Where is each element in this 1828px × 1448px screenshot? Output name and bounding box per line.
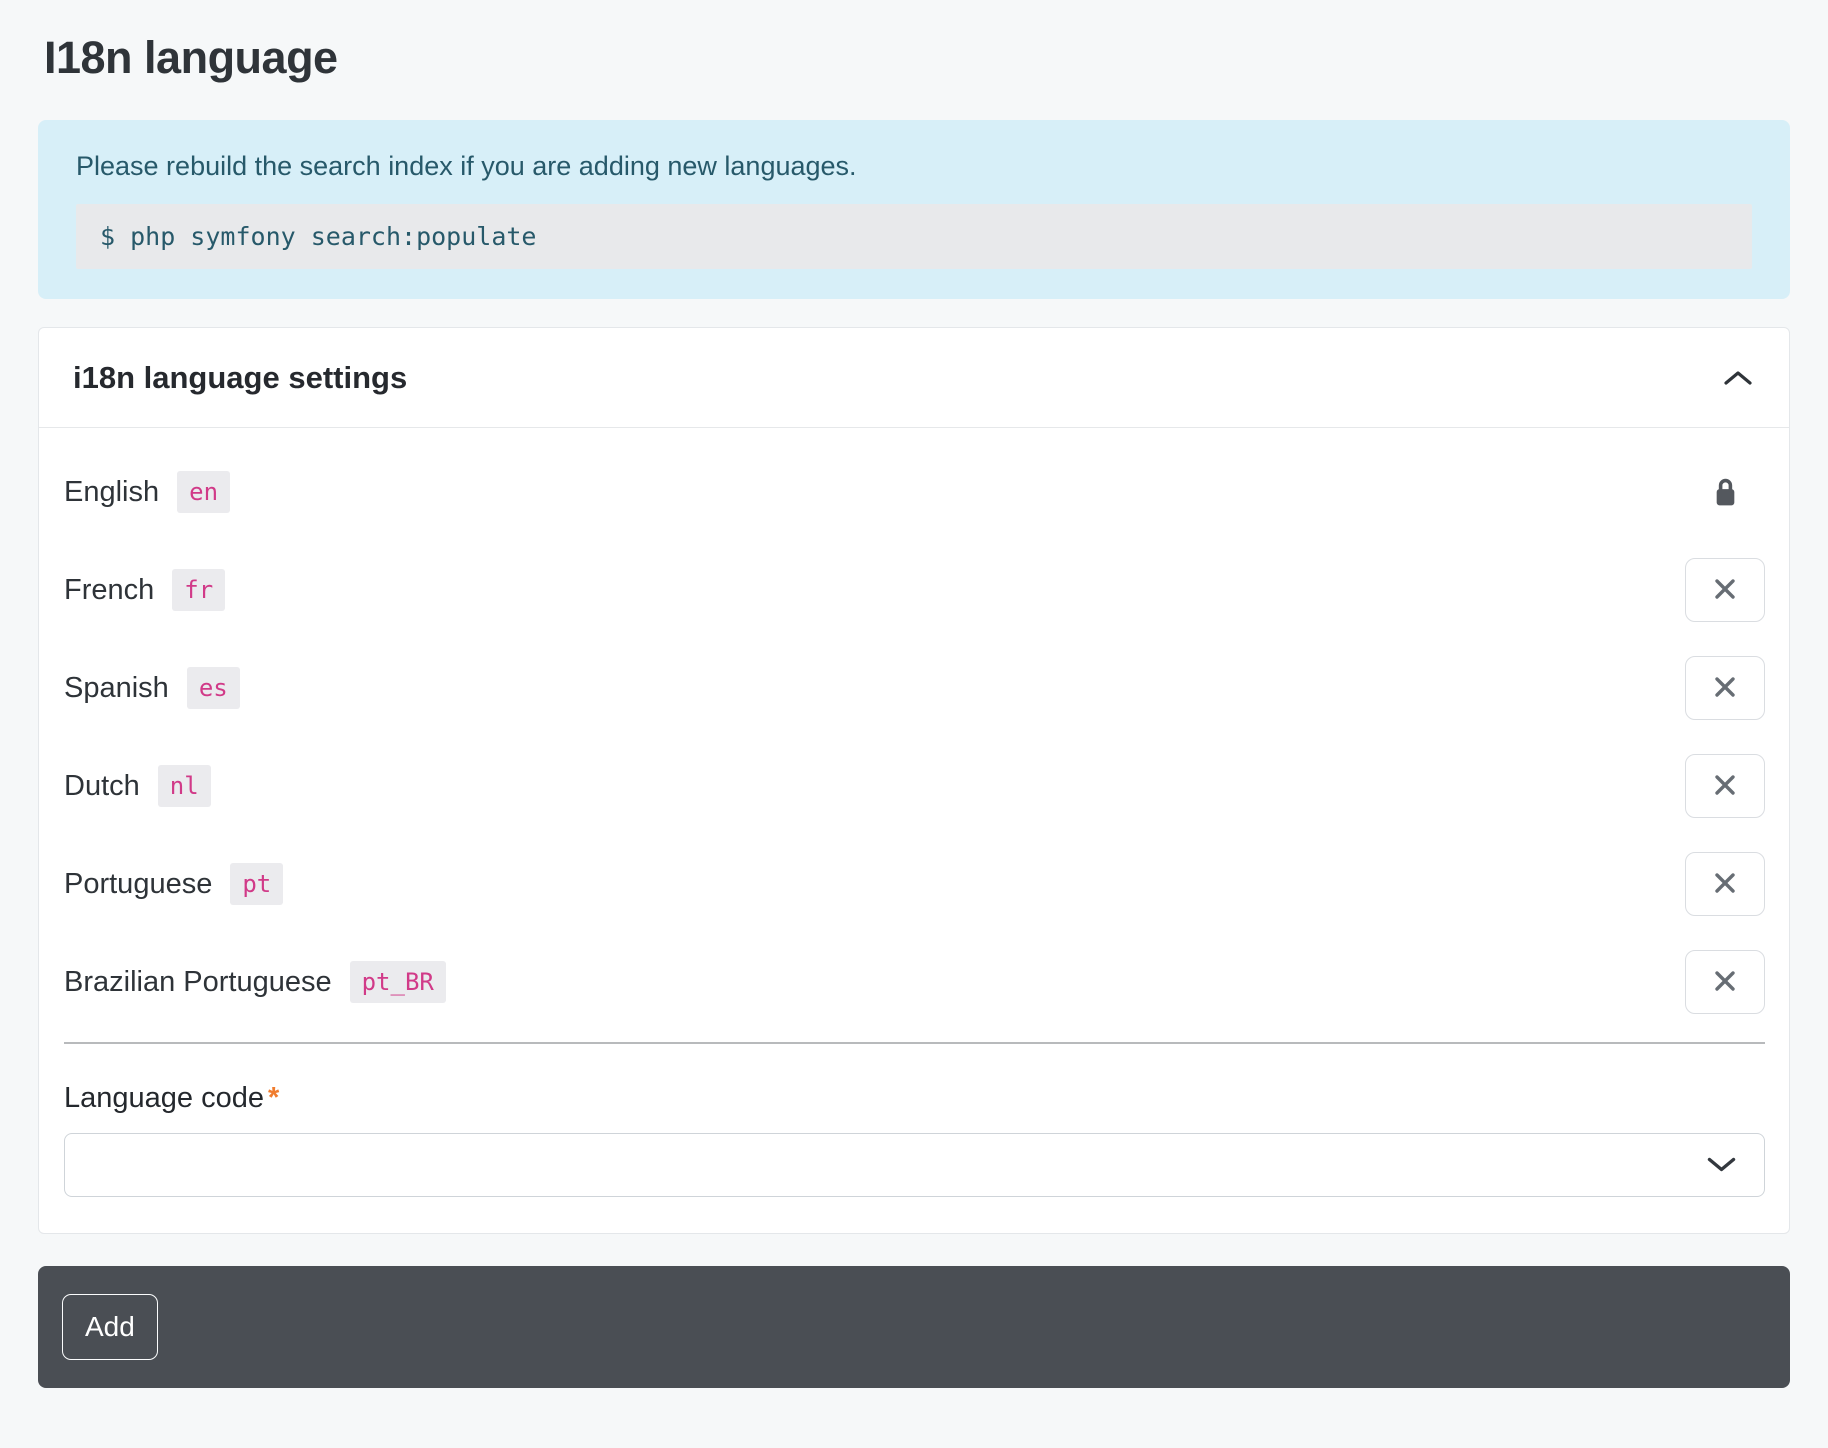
row-action [1685, 950, 1765, 1014]
language-code-badge: fr [172, 569, 225, 611]
info-alert: Please rebuild the search index if you a… [38, 120, 1790, 299]
language-code-badge: pt [230, 863, 283, 905]
language-name: French [64, 574, 154, 607]
remove-language-button[interactable] [1685, 950, 1765, 1014]
language-row: Brazilian Portuguese pt_BR [64, 950, 1765, 1014]
alert-command: $ php symfony search:populate [76, 204, 1752, 269]
page-title: I18n language [44, 32, 1790, 84]
remove-language-button[interactable] [1685, 852, 1765, 916]
actions-bar: Add [38, 1266, 1790, 1388]
x-icon [1712, 576, 1738, 605]
row-action [1685, 754, 1765, 818]
language-info: English en [64, 471, 230, 513]
row-action [1685, 656, 1765, 720]
row-action [1685, 852, 1765, 916]
language-info: Portuguese pt [64, 863, 283, 905]
language-name: Spanish [64, 672, 169, 705]
language-row: French fr [64, 558, 1765, 622]
language-code-label-text: Language code [64, 1082, 264, 1114]
required-asterisk: * [268, 1082, 279, 1114]
add-button[interactable]: Add [62, 1294, 158, 1360]
language-info: French fr [64, 569, 225, 611]
chevron-up-icon[interactable] [1723, 369, 1753, 387]
language-code-badge: en [177, 471, 230, 513]
row-action [1685, 558, 1765, 622]
x-icon [1712, 870, 1738, 899]
language-info: Brazilian Portuguese pt_BR [64, 961, 446, 1003]
language-code-select[interactable] [64, 1133, 1765, 1197]
language-code-badge: pt_BR [350, 961, 446, 1003]
page: I18n language Please rebuild the search … [0, 0, 1828, 1388]
remove-language-button[interactable] [1685, 558, 1765, 622]
language-code-badge: nl [158, 765, 211, 807]
language-info: Dutch nl [64, 765, 211, 807]
row-action [1685, 477, 1765, 508]
language-code-field: Language code* [64, 1082, 1765, 1197]
language-code-badge: es [187, 667, 240, 709]
divider [64, 1042, 1765, 1044]
language-row: Dutch nl [64, 754, 1765, 818]
remove-language-button[interactable] [1685, 656, 1765, 720]
language-list: English en [64, 460, 1765, 1014]
chevron-down-icon [1707, 1157, 1736, 1173]
x-icon [1712, 674, 1738, 703]
language-code-label: Language code* [64, 1082, 1765, 1115]
language-row: Spanish es [64, 656, 1765, 720]
x-icon [1712, 968, 1738, 997]
language-row: Portuguese pt [64, 852, 1765, 916]
language-info: Spanish es [64, 667, 240, 709]
language-name: Portuguese [64, 868, 212, 901]
language-name: Dutch [64, 770, 140, 803]
x-icon [1712, 772, 1738, 801]
card-header-toggle[interactable]: i18n language settings [39, 328, 1789, 428]
language-name: Brazilian Portuguese [64, 966, 332, 999]
language-name: English [64, 476, 159, 509]
lock-icon [1711, 477, 1740, 508]
card-title: i18n language settings [73, 360, 407, 396]
remove-language-button[interactable] [1685, 754, 1765, 818]
alert-message: Please rebuild the search index if you a… [76, 150, 1752, 182]
card-body: English en [39, 428, 1789, 1233]
language-settings-card: i18n language settings English en [38, 327, 1790, 1234]
language-row: English en [64, 460, 1765, 524]
